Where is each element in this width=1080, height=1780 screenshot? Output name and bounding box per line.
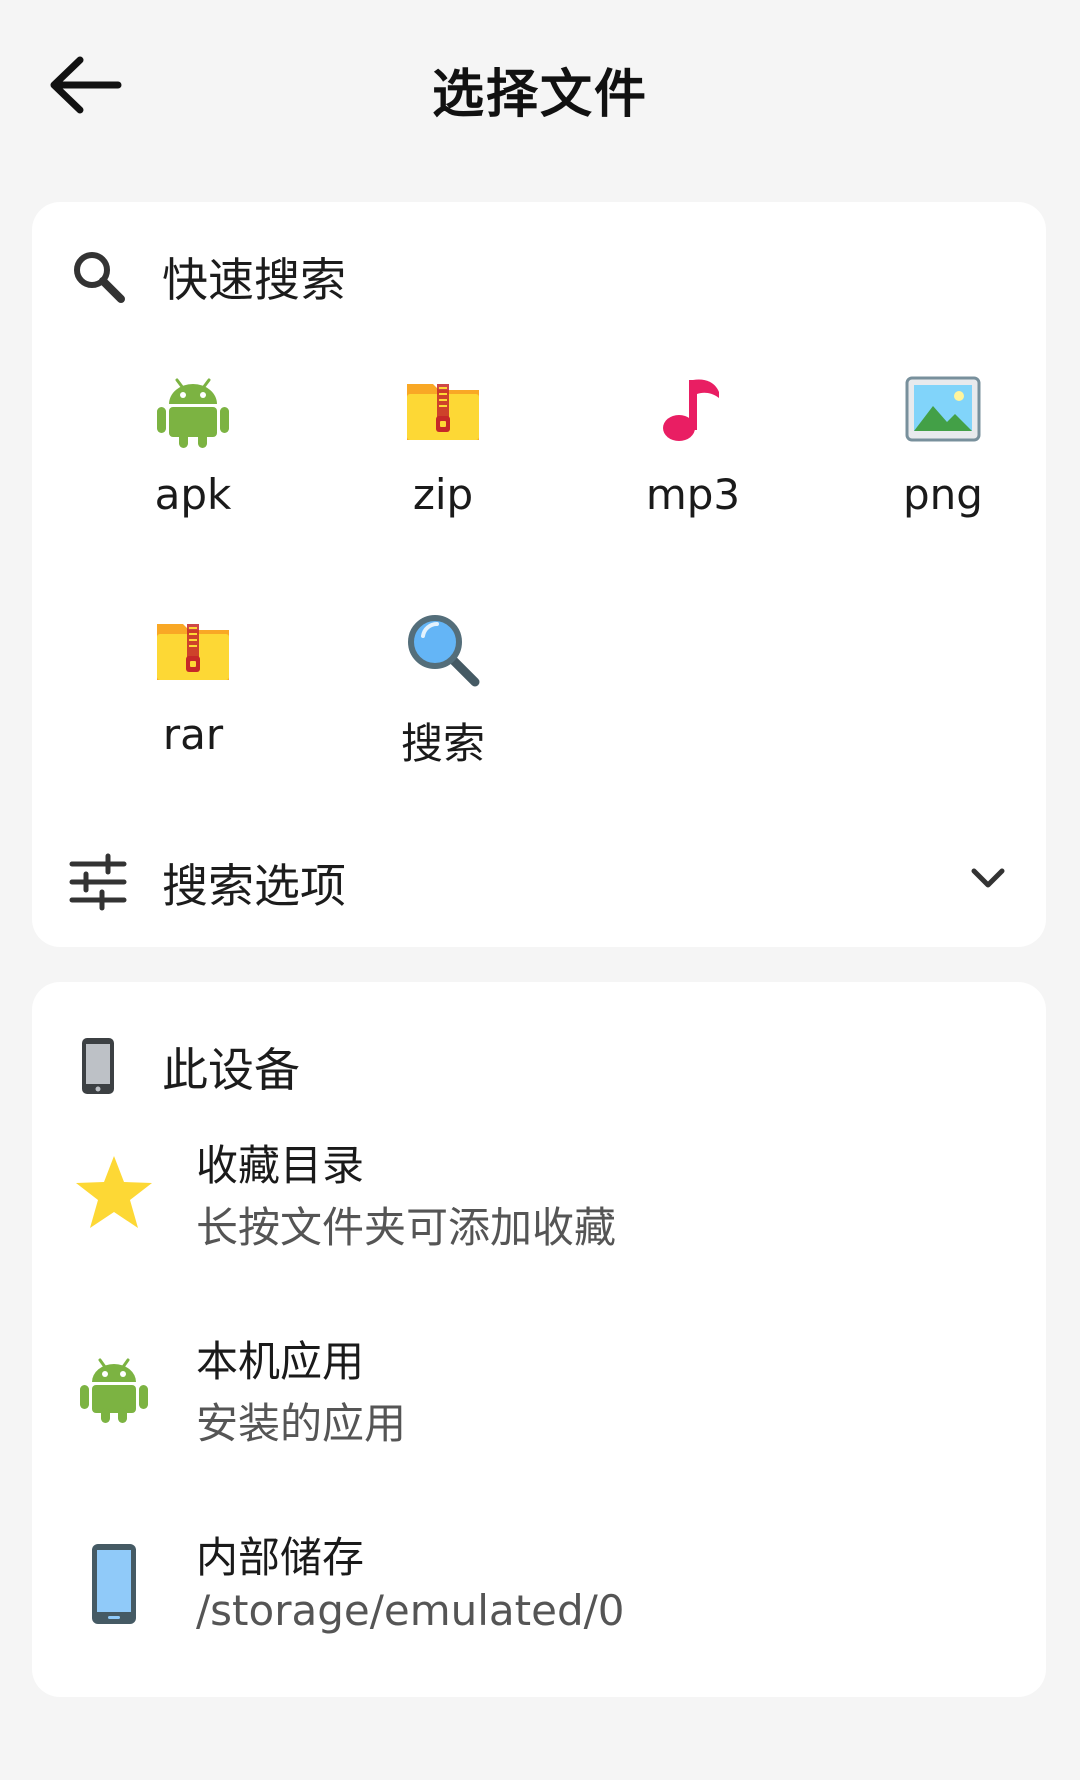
image-icon [905, 376, 981, 442]
phone-icon [82, 1038, 114, 1094]
search-options-label: 搜索选项 [162, 859, 346, 913]
android-icon [157, 378, 229, 448]
android-icon [80, 1358, 148, 1423]
zip-folder-icon [157, 624, 229, 680]
quick-search-custom[interactable]: 搜索 [318, 610, 568, 810]
search-icon [74, 252, 125, 303]
favorites-item[interactable]: 收藏目录 长按文件夹可添加收藏 [32, 1110, 1046, 1280]
quick-search-label: zip [412, 470, 474, 519]
quick-search-rar[interactable]: rar [68, 610, 318, 810]
zip-folder-icon [407, 384, 479, 440]
device-header: 此设备 [32, 1012, 1046, 1112]
quick-search-png[interactable]: png [818, 370, 1068, 570]
quick-search-label: rar [162, 710, 224, 759]
installed-apps-item[interactable]: 本机应用 安装的应用 [32, 1306, 1046, 1476]
installed-apps-title: 本机应用 [196, 1337, 365, 1386]
favorites-subtitle: 长按文件夹可添加收藏 [196, 1203, 617, 1252]
quick-search-apk[interactable]: apk [68, 370, 318, 570]
quick-search-label: 搜索 [400, 719, 485, 768]
search-options-row[interactable]: 搜索选项 [32, 828, 1046, 928]
internal-storage-path: /storage/emulated/0 [196, 1586, 625, 1635]
phone-storage-icon [92, 1544, 136, 1624]
tune-sliders-icon [69, 853, 127, 911]
top-bar: 选择文件 [0, 0, 1080, 180]
star-icon [76, 1156, 152, 1228]
device-card: 此设备 收藏目录 长按文件夹可添加收藏 本机应用 安装的应用 内部储存 /sto… [32, 982, 1046, 1697]
quick-search-label: mp3 [645, 470, 741, 519]
chevron-down-icon [971, 868, 1005, 888]
internal-storage-title: 内部储存 [196, 1533, 365, 1582]
quick-search-mp3[interactable]: mp3 [568, 370, 818, 570]
quick-search-card: 快速搜索 apk zip mp3 png rar 搜索 搜索选项 [32, 202, 1046, 947]
magnifier-icon [408, 615, 480, 687]
quick-search-label: png [903, 470, 983, 519]
page-title: 选择文件 [431, 65, 648, 125]
device-title: 此设备 [162, 1043, 300, 1097]
favorites-title: 收藏目录 [196, 1141, 365, 1190]
quick-search-zip[interactable]: zip [318, 370, 568, 570]
quick-search-header: 快速搜索 [32, 222, 1046, 322]
quick-search-label: apk [154, 470, 232, 519]
internal-storage-item[interactable]: 内部储存 /storage/emulated/0 [32, 1502, 1046, 1672]
quick-search-title: 快速搜索 [162, 253, 346, 307]
music-note-icon [663, 379, 719, 441]
installed-apps-subtitle: 安装的应用 [196, 1399, 407, 1448]
